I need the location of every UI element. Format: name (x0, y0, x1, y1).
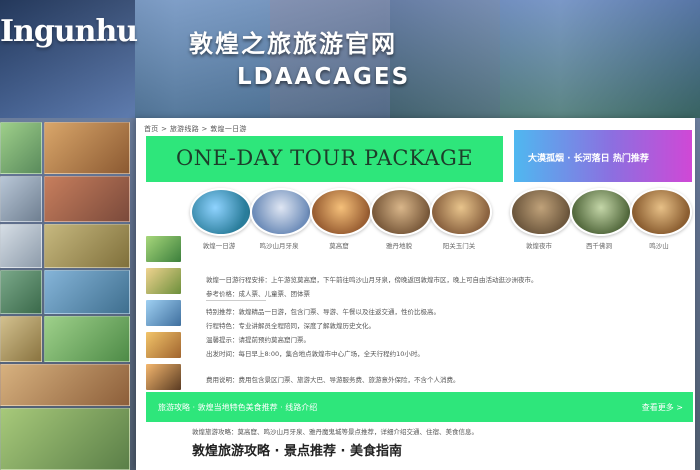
mountain-thumb[interactable] (570, 188, 632, 236)
banner-image (390, 0, 500, 118)
lake-thumb[interactable] (190, 188, 252, 236)
side-photo[interactable] (146, 236, 181, 262)
thumbnail-strip: 敦煌一日游 鸣沙山月牙泉 莫高窟 雅丹地貌 阳关玉门关 敦煌夜市 西千佛洞 鸣沙… (190, 188, 695, 260)
thumb-label[interactable]: 阳关玉门关 (424, 240, 494, 250)
dome-thumb[interactable] (250, 188, 312, 236)
collage-photo (0, 176, 42, 222)
collage-photo (44, 316, 130, 362)
banner-image (500, 0, 700, 118)
village-thumb[interactable] (370, 188, 432, 236)
main-page: 首页 > 旅游线路 > 敦煌一日游 ONE-DAY TOUR PACKAGE 大… (136, 118, 695, 470)
hero-title: ONE-DAY TOUR PACKAGE (176, 146, 474, 170)
article-summary[interactable]: 敦煌旅游攻略：莫高窟、鸣沙山月牙泉、雅丹魔鬼城等景点推荐，详细介绍交通、住宿、美… (192, 426, 672, 436)
collage-photo (44, 224, 130, 268)
list-item[interactable]: 参考价格：成人票、儿童票、团体票 (206, 288, 406, 298)
banner-image (270, 0, 390, 118)
thumb-label[interactable]: 鸣沙山 (624, 240, 694, 250)
site-title: 敦煌之旅旅游官网 (189, 30, 397, 58)
hero-banner: ONE-DAY TOUR PACKAGE (146, 136, 503, 182)
promo-label: 大漠孤烟 · 长河落日 热门推荐 (528, 154, 649, 164)
list-item[interactable]: 温馨提示：请提前预约莫高窟门票。 (206, 334, 376, 344)
desert-thumb[interactable] (630, 188, 692, 236)
temple-thumb[interactable] (310, 188, 372, 236)
header-banner: Ingunhu 敦煌之旅旅游官网 LDAACAGES (0, 0, 700, 118)
section-header: 旅游攻略 · 敦煌当地特色美食推荐 · 线路介绍 查看更多 > (146, 392, 693, 422)
side-photo[interactable] (146, 332, 181, 358)
collage-photo (44, 122, 130, 174)
collage-photo (0, 122, 42, 174)
list-item[interactable]: 特别推荐：敦煌精品一日游，包含门票、导游、午餐以及往返交通，性价比极高。 (206, 306, 676, 316)
article-headline[interactable]: 敦煌旅游攻略 · 景点推荐 · 美食指南 (192, 440, 402, 459)
list-item[interactable]: 出发时间：每日早上8:00，集合地点敦煌市中心广场，全天行程约10小时。 (206, 348, 676, 358)
promo-banner[interactable]: 大漠孤烟 · 长河落日 热门推荐 (514, 130, 692, 182)
collage-photo (0, 316, 42, 362)
side-photo[interactable] (146, 268, 181, 294)
breadcrumb[interactable]: 首页 > 旅游线路 > 敦煌一日游 (144, 124, 247, 134)
side-photo[interactable] (146, 300, 181, 326)
site-subtitle: LDAACAGES (237, 64, 411, 90)
collage-photo (0, 364, 130, 406)
divider (206, 300, 266, 301)
stone-thumb[interactable] (510, 188, 572, 236)
collage-photo (0, 270, 42, 314)
photo-collage (0, 118, 136, 470)
collage-photo (44, 176, 130, 222)
list-item[interactable]: 敦煌一日游行程安排：上午游览莫高窟，下午前往鸣沙山月牙泉，傍晚返回敦煌市区，晚上… (206, 274, 686, 284)
list-item[interactable]: 行程特色：专业讲解员全程陪同，深度了解敦煌历史文化。 (206, 320, 486, 330)
banner-image (135, 0, 270, 118)
more-link[interactable]: 查看更多 > (642, 402, 683, 413)
collage-photo (0, 408, 130, 470)
collage-photo (0, 224, 42, 268)
castle-thumb[interactable] (430, 188, 492, 236)
collage-photo (44, 270, 130, 314)
list-item[interactable]: 费用说明：费用包含景区门票、旅游大巴、导游服务费、旅游意外保险，不含个人消费。 (206, 374, 676, 384)
section-title: 旅游攻略 · 敦煌当地特色美食推荐 · 线路介绍 (158, 403, 318, 412)
brand-logo[interactable]: Ingunhu (0, 14, 138, 49)
side-photo[interactable] (146, 364, 181, 390)
